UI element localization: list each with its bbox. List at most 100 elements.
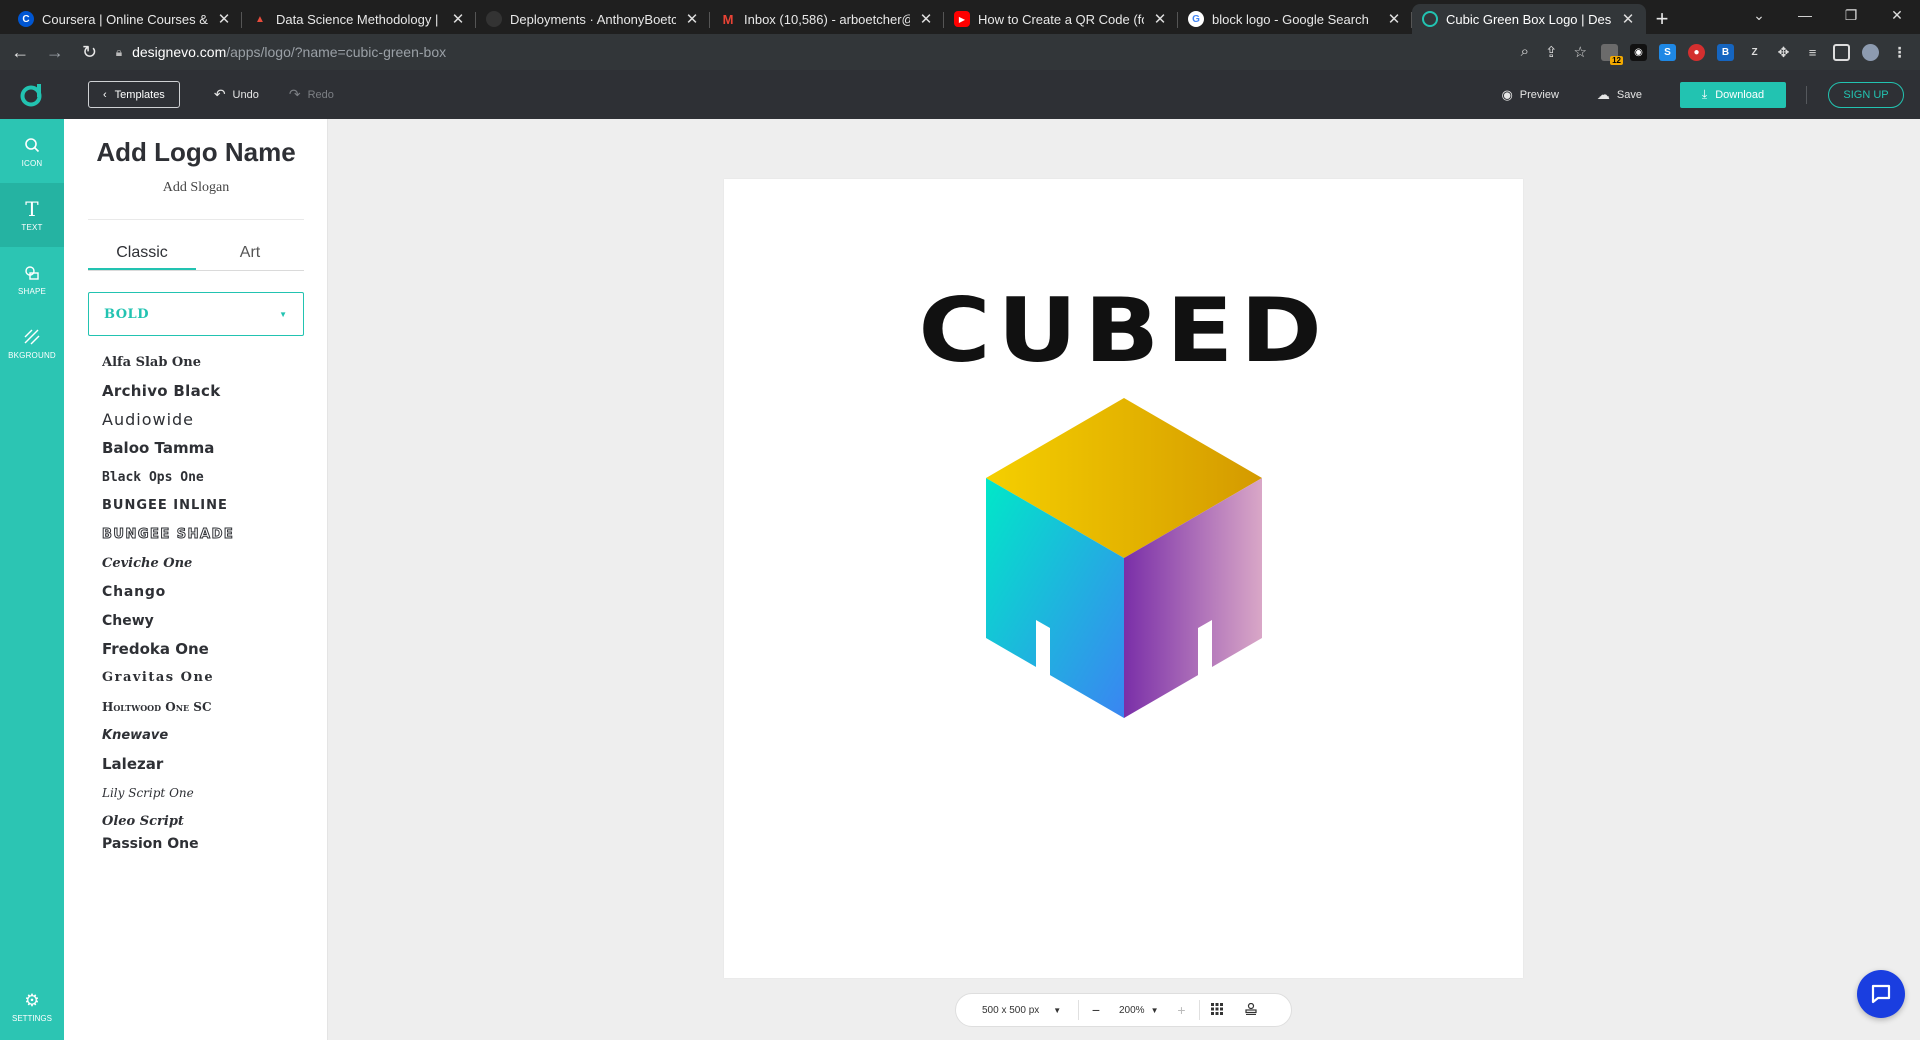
undo-button[interactable]: ↶ Undo [214,86,259,103]
sidebar-icon[interactable] [1833,43,1850,61]
browser-tab[interactable]: ▲ Data Science Methodology | Fre ✕ [242,4,476,34]
designevo-logo[interactable] [0,70,64,119]
browser-tab[interactable]: M Inbox (10,586) - arboetcher@gm ✕ [710,4,944,34]
tab-classic[interactable]: Classic [88,241,196,270]
font-item[interactable]: Baloo Tamma [102,434,302,463]
omnibox-icons: ⌕ ⇪ ☆ [1521,43,1587,61]
browser-tab[interactable]: ▶ How to Create a QR Code (for a ✕ [944,4,1178,34]
close-icon[interactable]: ✕ [450,10,466,28]
tab-art[interactable]: Art [196,241,304,270]
logo-text[interactable]: CUBED [676,287,1571,375]
browser-tab[interactable]: Deployments · AnthonyBoetcher ✕ [476,4,710,34]
font-item[interactable]: Lily Script One [102,778,302,807]
bookmark-star-icon[interactable]: ☆ [1574,43,1587,61]
save-button[interactable]: ☁ Save [1597,87,1642,103]
extension-badge-icon[interactable]: 12 [1601,43,1623,65]
tab-title: block logo - Google Search [1212,11,1369,27]
canvas-bottom-toolbar: 500 x 500 px ▼ − 200% ▼ + [955,993,1292,1027]
forward-arrow-icon[interactable]: → [41,37,70,67]
font-item[interactable]: Fredoka One [102,635,302,664]
close-icon[interactable]: ✕ [1386,10,1402,28]
stamp-icon[interactable] [1234,1002,1268,1018]
cube-logo-graphic[interactable] [984,398,1264,718]
reload-icon[interactable]: ↻ [75,37,104,67]
rail-item-text[interactable]: T TEXT [0,183,64,247]
font-category-value: BOLD [104,306,149,322]
templates-button[interactable]: ‹ Templates [88,81,180,108]
s-extension-icon[interactable]: S [1659,43,1676,61]
pin-extension-icon[interactable]: ● [1688,43,1705,61]
settings-button[interactable]: ⚙ SETTINGS [0,984,64,1030]
font-item[interactable]: BUNGEE SHADE [102,520,302,549]
rail-item-shape[interactable]: SHAPE [0,247,64,311]
font-item[interactable]: Lalezar [102,750,302,779]
redo-button[interactable]: ↷ Redo [289,86,334,103]
book-extension-icon[interactable]: B [1717,43,1734,61]
canvas-size-select[interactable]: 500 x 500 px ▼ [956,1005,1078,1016]
browser-tab-active[interactable]: Cubic Green Box Logo | DesignE ✕ [1412,4,1646,34]
sign-up-button[interactable]: SIGN UP [1828,81,1904,108]
font-item[interactable]: Ceviche One [102,549,302,578]
reading-list-icon[interactable]: ≡ [1804,44,1821,61]
text-t-icon: T [25,196,39,221]
font-item[interactable]: Holtwood One SC [102,692,302,721]
font-item[interactable]: Passion One [102,836,302,850]
app-toolbar: ‹ Templates ↶ Undo ↷ Redo ◉ Preview ☁ Sa… [0,70,1920,119]
rail-item-label: SHAPE [17,286,47,296]
font-item[interactable]: Audiowide [102,405,302,434]
close-icon[interactable]: ✕ [1152,10,1168,28]
camera-extension-icon[interactable]: ◉ [1630,43,1647,61]
back-arrow-icon[interactable]: ← [6,37,35,67]
cube-right-notch [1198,620,1212,678]
font-item[interactable]: Oleo Script [102,807,302,836]
font-item[interactable]: Chewy [102,606,302,635]
browser-tab[interactable]: G block logo - Google Search ✕ [1178,4,1412,34]
zoom-in-button[interactable]: + [1165,1002,1199,1018]
rail-item-icon[interactable]: ICON [0,119,64,183]
z-extension-icon[interactable]: Z [1746,44,1763,61]
google-icon: G [1188,11,1204,27]
caret-down-icon: ▼ [279,309,287,319]
font-item[interactable]: BUNGEE INLINE [102,491,302,520]
minimize-icon[interactable]: — [1782,0,1828,30]
preview-button[interactable]: ◉ Preview [1501,87,1558,103]
close-icon[interactable]: ✕ [918,10,934,28]
browser-tab[interactable]: C Coursera | Online Courses & Cre ✕ [8,4,242,34]
window-close-icon[interactable]: ✕ [1874,0,1920,30]
extension-icons: 12 ◉ S ● B Z ✥ ≡ ⋮ [1601,43,1920,65]
font-item[interactable]: Knewave [102,721,302,750]
zoom-icon[interactable]: ⌕ [1521,43,1529,61]
download-icon: ⤓ [1701,87,1708,101]
download-button[interactable]: ⤓ Download [1680,81,1786,108]
zoom-out-button[interactable]: − [1079,1002,1113,1018]
font-item[interactable]: Archivo Black [102,377,302,406]
logo-canvas[interactable]: CUBED [724,179,1523,978]
font-item[interactable]: Gravitas One [102,664,302,693]
grid-icon[interactable] [1200,1002,1234,1018]
tab-search-icon[interactable]: ⌄ [1736,0,1782,30]
chat-support-button[interactable] [1857,970,1905,1018]
gmail-icon: M [722,11,734,27]
browser-menu-icon[interactable]: ⋮ [1891,44,1908,61]
url-field[interactable]: 🔒︎ designevo.com /apps/logo/?name=cubic-… [116,38,1601,66]
font-item[interactable]: Black Ops One [102,463,302,492]
font-item[interactable]: Alfa Slab One [102,348,302,377]
zoom-select[interactable]: 200% ▼ [1113,1005,1165,1016]
tab-title: How to Create a QR Code (for a [978,11,1144,27]
close-icon[interactable]: ✕ [1620,10,1636,28]
profile-avatar[interactable] [1862,43,1879,61]
font-item[interactable]: Chango [102,578,302,607]
new-tab-button[interactable]: + [1646,4,1678,34]
puzzle-extension-icon[interactable]: ✥ [1775,44,1792,61]
restore-icon[interactable]: ❐ [1828,0,1874,30]
youtube-icon: ▶ [954,11,970,27]
rail-item-background[interactable]: BKGROUND [0,311,64,375]
add-logo-name-button[interactable]: Add Logo Name [64,137,328,168]
close-icon[interactable]: ✕ [216,10,232,28]
add-slogan-button[interactable]: Add Slogan [64,180,328,196]
redo-label: Redo [307,88,334,101]
font-category-select[interactable]: BOLD ▼ [88,292,304,336]
canvas-size-label: 500 x 500 px [982,1004,1040,1016]
close-icon[interactable]: ✕ [684,10,700,28]
share-icon[interactable]: ⇪ [1545,43,1558,61]
